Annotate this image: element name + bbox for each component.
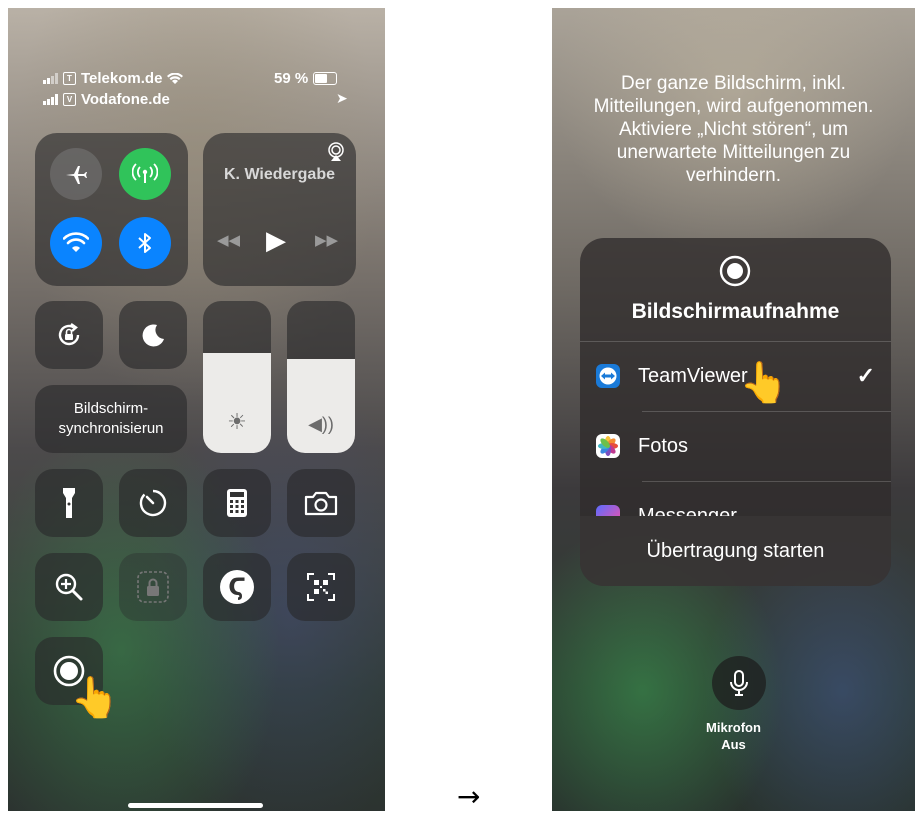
transition-arrow: → (457, 780, 481, 813)
list-item-messenger[interactable]: Messenger (580, 481, 891, 516)
carrier-name: Telekom.de (81, 70, 163, 87)
popup-title: Bildschirmaufnahme (631, 300, 840, 323)
carrier-name: Vodafone.de (81, 91, 170, 108)
control-center-screen: T Telekom.de 59 % V Vodafone.de ➤ K. Wie… (8, 8, 385, 811)
microphone-state: Aus (721, 737, 746, 752)
magnifier-icon (55, 573, 83, 601)
do-not-disturb-button[interactable] (119, 301, 187, 369)
timer-icon (139, 489, 167, 517)
hand-pointer-icon: 👆 (70, 676, 120, 720)
screen-recording-popup: Bildschirmaufnahme TeamViewer ✓ Fotos Me… (580, 238, 891, 586)
bluetooth-icon (138, 233, 151, 253)
list-item-label: Fotos (638, 434, 689, 457)
top-margin (0, 0, 915, 8)
screen-recording-screen: Der ganze Bildschirm, inkl. Mitteilungen… (552, 8, 915, 811)
microphone-label: Mikrofon Aus (552, 719, 915, 753)
screen-mirroring-label: Bildschirm- synchronisierun (58, 400, 164, 437)
rotation-lock-icon (58, 323, 80, 346)
qr-code-button[interactable] (287, 553, 355, 621)
wifi-button[interactable] (50, 217, 102, 269)
volume-level (287, 358, 355, 453)
rotation-lock-button[interactable] (35, 301, 103, 369)
screen-mirroring-button[interactable]: Bildschirm- synchronisierun (35, 385, 187, 453)
magnifier-button[interactable] (35, 553, 103, 621)
airplane-mode-button[interactable] (50, 148, 102, 200)
signal-icon (43, 94, 58, 105)
microphone-button[interactable] (712, 656, 766, 710)
wifi-icon (63, 232, 89, 252)
list-item-fotos[interactable]: Fotos (580, 411, 891, 481)
microphone-icon (730, 670, 748, 696)
antenna-icon (132, 163, 158, 183)
connectivity-tile (35, 133, 188, 286)
battery-icon (313, 72, 338, 85)
photos-app-icon (596, 434, 620, 458)
camera-icon (304, 491, 338, 516)
forward-icon[interactable]: ▶▶ (315, 231, 338, 249)
guided-access-button[interactable] (119, 553, 187, 621)
timer-button[interactable] (119, 469, 187, 537)
flashlight-button[interactable] (35, 469, 103, 537)
checkmark-icon: ✓ (856, 363, 875, 388)
battery-percent: 59 % (274, 70, 309, 87)
list-item-teamviewer[interactable]: TeamViewer ✓ (580, 341, 891, 411)
teamviewer-app-icon (596, 364, 620, 388)
media-tile[interactable]: K. Wiedergabe ◀◀ ▶ ▶▶ (203, 133, 356, 286)
flashlight-icon (63, 488, 75, 518)
media-title: K. Wiedergabe (224, 166, 335, 183)
location-icon: ➤ (336, 90, 348, 106)
status-row-1: T Telekom.de (43, 70, 184, 87)
guided-access-icon (137, 571, 169, 603)
record-icon (719, 255, 751, 287)
brightness-slider[interactable]: ☀ (203, 301, 271, 453)
start-broadcast-button[interactable]: Übertragung starten (580, 516, 891, 586)
airplay-icon[interactable] (326, 142, 346, 162)
shazam-button[interactable]: Ϛ (203, 553, 271, 621)
messenger-app-icon (596, 505, 620, 516)
recording-hint-text: Der ganze Bildschirm, inkl. Mitteilungen… (593, 73, 874, 186)
sim-badge: V (63, 93, 76, 106)
battery-status: 59 % (274, 70, 338, 87)
hand-pointer-icon: 👆 (739, 361, 789, 405)
camera-button[interactable] (287, 469, 355, 537)
list-item-label: TeamViewer (638, 364, 748, 387)
home-indicator (128, 803, 263, 808)
calculator-icon (227, 489, 247, 517)
brightness-level (203, 352, 271, 453)
play-icon[interactable]: ▶ (266, 225, 286, 256)
microphone-title: Mikrofon (706, 720, 761, 735)
calculator-button[interactable] (203, 469, 271, 537)
shazam-icon: Ϛ (220, 570, 254, 604)
signal-icon (43, 73, 58, 84)
volume-slider[interactable]: ◀)) (287, 301, 355, 453)
qr-code-icon (307, 573, 335, 601)
sim-badge: T (63, 72, 76, 85)
moon-icon (142, 324, 164, 347)
rewind-icon[interactable]: ◀◀ (217, 231, 240, 249)
bluetooth-button[interactable] (119, 217, 171, 269)
speaker-icon: ◀)) (308, 414, 334, 434)
list-item-label: Messenger (638, 505, 737, 516)
airplane-icon (66, 166, 87, 184)
wifi-status-icon (167, 72, 184, 84)
cellular-data-button[interactable] (119, 148, 171, 200)
sun-icon: ☀ (227, 409, 247, 434)
status-row-2: V Vodafone.de (43, 91, 170, 108)
